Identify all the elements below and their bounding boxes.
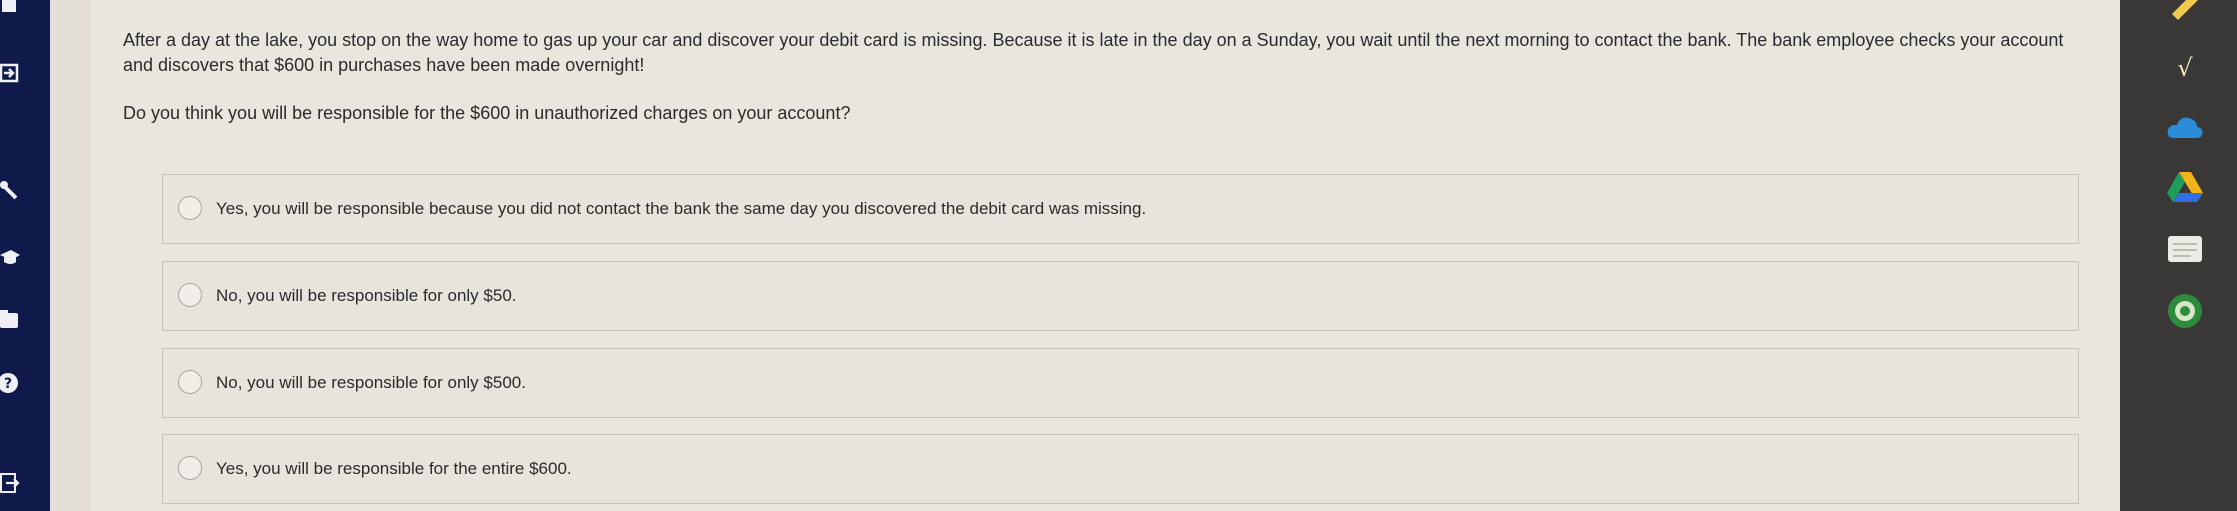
question-panel: After a day at the lake, you stop on the…	[90, 0, 2120, 511]
answer-option-label: Yes, you will be responsible because you…	[216, 199, 1147, 218]
login-icon[interactable]	[0, 62, 22, 84]
content-gutter	[50, 0, 90, 511]
pencil-icon[interactable]	[2166, 0, 2204, 24]
notes-icon[interactable]	[2166, 230, 2204, 268]
left-nav-rail: ?	[0, 0, 50, 511]
key-icon[interactable]	[0, 180, 22, 202]
svg-text:?: ?	[4, 376, 12, 392]
google-drive-icon[interactable]	[2166, 168, 2204, 206]
radio-button[interactable]	[178, 283, 202, 307]
answer-option-4[interactable]: Yes, you will be responsible for the ent…	[162, 434, 2079, 504]
radio-button[interactable]	[178, 196, 202, 220]
logout-icon[interactable]	[0, 472, 22, 494]
question-prompt: Do you think you will be responsible for…	[123, 103, 851, 123]
answer-option-label: No, you will be responsible for only $50…	[216, 286, 517, 305]
question-text: After a day at the lake, you stop on the…	[123, 28, 2083, 126]
graduation-cap-icon[interactable]	[0, 247, 22, 269]
question-scenario: After a day at the lake, you stop on the…	[123, 30, 2064, 75]
radio-button[interactable]	[178, 456, 202, 480]
answer-option-label: No, you will be responsible for only $50…	[216, 373, 526, 392]
radio-button[interactable]	[178, 370, 202, 394]
circle-app-icon[interactable]	[2166, 292, 2204, 330]
answer-option-1[interactable]: Yes, you will be responsible because you…	[162, 174, 2079, 244]
math-tool-icon[interactable]: √	[2166, 48, 2204, 86]
answer-option-3[interactable]: No, you will be responsible for only $50…	[162, 348, 2079, 418]
help-icon[interactable]: ?	[0, 372, 22, 394]
answer-option-label: Yes, you will be responsible for the ent…	[216, 459, 572, 478]
svg-text:√: √	[2177, 54, 2193, 82]
answer-option-2[interactable]: No, you will be responsible for only $50…	[162, 261, 2079, 331]
book-icon[interactable]	[0, 0, 22, 16]
cloud-icon[interactable]	[2166, 108, 2204, 146]
folder-icon[interactable]	[0, 308, 22, 330]
